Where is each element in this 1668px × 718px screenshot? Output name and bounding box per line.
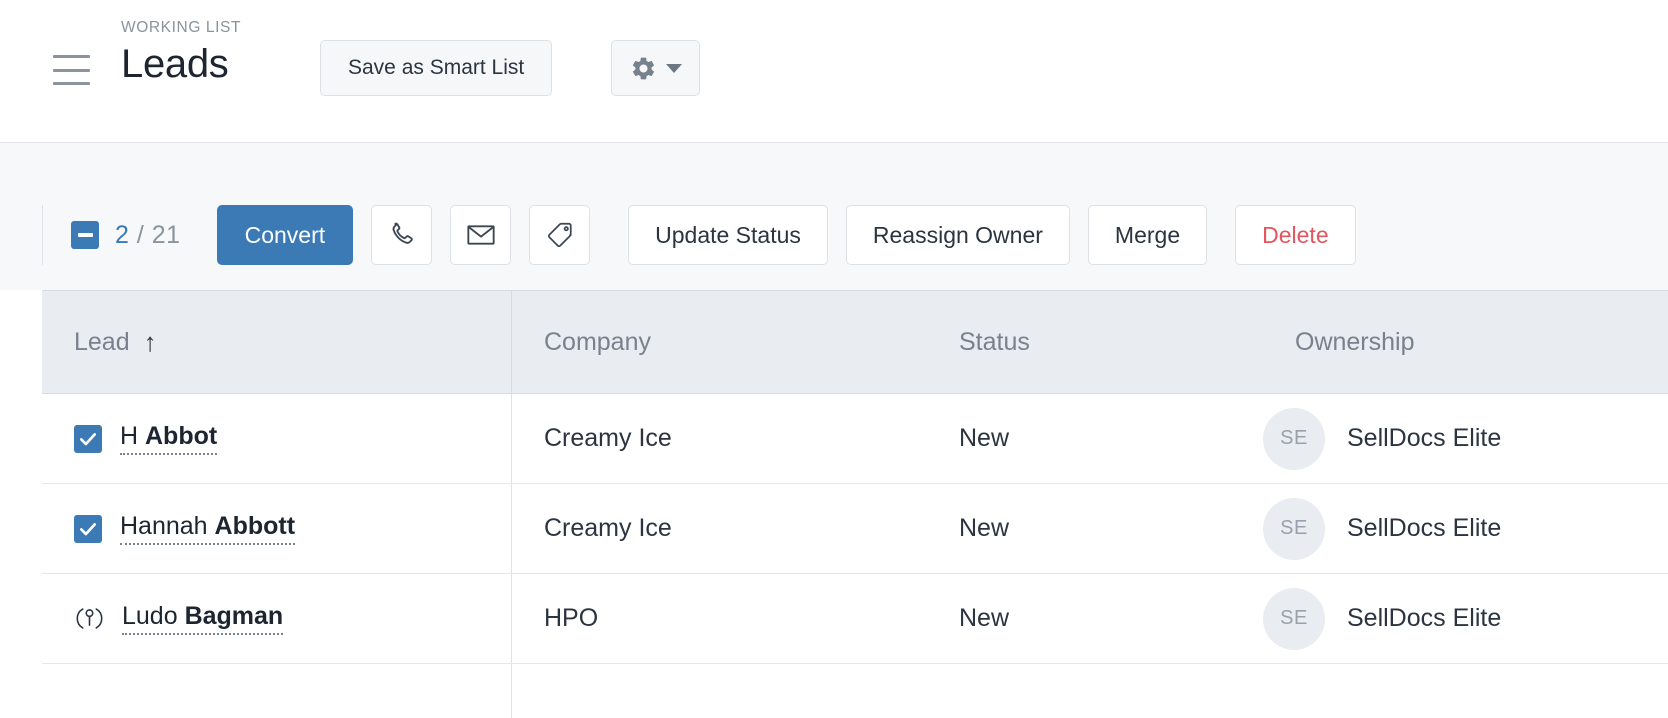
app-header: WORKING LIST Leads Save as Smart List	[0, 0, 1668, 143]
cell-status: New	[959, 604, 1010, 632]
lead-first-name: Ludo	[122, 602, 185, 630]
lead-prospect-icon[interactable]	[74, 604, 104, 634]
cell-status	[927, 664, 1263, 718]
lead-last-name: Bagman	[184, 602, 284, 630]
selected-count: 2	[115, 220, 130, 249]
column-header-ownership[interactable]: Ownership	[1263, 291, 1663, 393]
cell-status: New	[959, 514, 1010, 542]
bulk-action-toolbar: 2 / 21 Convert Update Status Reassign Ow…	[0, 143, 1668, 290]
page-title-block: WORKING LIST Leads	[121, 18, 241, 88]
avatar: SE	[1263, 497, 1325, 560]
indeterminate-dash-icon	[77, 233, 93, 237]
lead-first-name: H	[120, 422, 145, 450]
cell-company: HPO	[544, 604, 599, 632]
lead-name-link[interactable]: H Abbot	[120, 422, 218, 455]
lead-last-name: Abbot	[145, 422, 218, 450]
phone-icon	[392, 222, 413, 244]
update-status-button[interactable]: Update Status	[628, 205, 828, 265]
column-label: Ownership	[1295, 327, 1415, 356]
hamburger-bar	[53, 82, 90, 85]
select-all-checkbox[interactable]	[71, 221, 99, 249]
hamburger-menu-icon[interactable]	[53, 55, 90, 85]
lead-name-link[interactable]: Ludo Bagman	[122, 602, 284, 635]
toolbar-divider	[42, 205, 43, 265]
cell-ownership: SE SellDocs Elite	[1263, 394, 1663, 483]
reassign-owner-button[interactable]: Reassign Owner	[845, 205, 1070, 265]
avatar: SE	[1263, 407, 1325, 470]
person-signal-icon	[76, 608, 102, 629]
leads-table: Lead ↑ Company Status Ownership H Abbot …	[42, 290, 1668, 718]
email-button[interactable]	[450, 205, 512, 265]
tag-button[interactable]	[529, 205, 591, 265]
tag-icon	[547, 222, 572, 248]
chevron-down-icon	[665, 63, 682, 73]
column-label: Lead	[74, 327, 130, 356]
row-checkbox[interactable]	[74, 514, 102, 543]
convert-button[interactable]: Convert	[216, 205, 354, 265]
envelope-icon	[467, 225, 495, 245]
table-header-row: Lead ↑ Company Status Ownership	[42, 290, 1668, 394]
cell-company: Creamy Ice	[544, 514, 672, 542]
owner-name: SellDocs Elite	[1347, 604, 1502, 632]
sort-ascending-icon: ↑	[143, 327, 157, 357]
cell-company: Creamy Ice	[544, 424, 672, 452]
hamburger-bar	[53, 55, 90, 58]
cell-lead: Hannah Abbott	[42, 484, 512, 573]
breadcrumb: WORKING LIST	[121, 19, 242, 36]
hamburger-bar	[53, 68, 90, 72]
column-label: Status	[959, 327, 1030, 356]
cell-ownership	[1263, 664, 1663, 718]
lead-name-link[interactable]: Hannah Abbott	[120, 512, 296, 545]
column-header-company[interactable]: Company	[512, 291, 927, 393]
cell-lead: H Abbot	[42, 394, 512, 483]
cell-ownership: SE SellDocs Elite	[1263, 574, 1663, 663]
cell-ownership: SE SellDocs Elite	[1263, 484, 1663, 573]
lead-last-name: Abbott	[214, 512, 296, 540]
cell-company	[512, 664, 927, 718]
page-title: Leads	[121, 42, 229, 86]
settings-dropdown-button[interactable]	[611, 40, 700, 96]
lead-first-name: Hannah	[120, 512, 215, 540]
cell-lead: Ludo Bagman	[42, 574, 512, 663]
cell-status: New	[959, 424, 1010, 452]
owner-name: SellDocs Elite	[1347, 424, 1502, 452]
row-checkbox[interactable]	[74, 424, 102, 453]
column-header-status[interactable]: Status	[927, 291, 1263, 393]
counter-separator: /	[136, 220, 145, 249]
selection-counter: 2 / 21	[115, 221, 181, 250]
save-as-smart-list-button[interactable]: Save as Smart List	[320, 40, 553, 96]
gear-icon	[632, 57, 654, 79]
cell-lead	[42, 664, 512, 718]
merge-button[interactable]: Merge	[1087, 205, 1208, 265]
column-label: Company	[544, 327, 651, 356]
avatar: SE	[1263, 587, 1325, 650]
table-row-partial[interactable]	[42, 664, 1668, 718]
call-button[interactable]	[371, 205, 433, 265]
table-row[interactable]: H Abbot Creamy Ice New SE SellDocs Elite	[42, 394, 1668, 484]
check-icon	[80, 432, 96, 445]
owner-name: SellDocs Elite	[1347, 514, 1502, 542]
total-count: 21	[151, 220, 181, 249]
check-icon	[80, 522, 96, 535]
delete-button[interactable]: Delete	[1235, 205, 1356, 265]
column-header-lead[interactable]: Lead ↑	[42, 291, 512, 393]
table-row[interactable]: Hannah Abbott Creamy Ice New SE SellDocs…	[42, 484, 1668, 574]
table-row[interactable]: Ludo Bagman HPO New SE SellDocs Elite	[42, 574, 1668, 664]
